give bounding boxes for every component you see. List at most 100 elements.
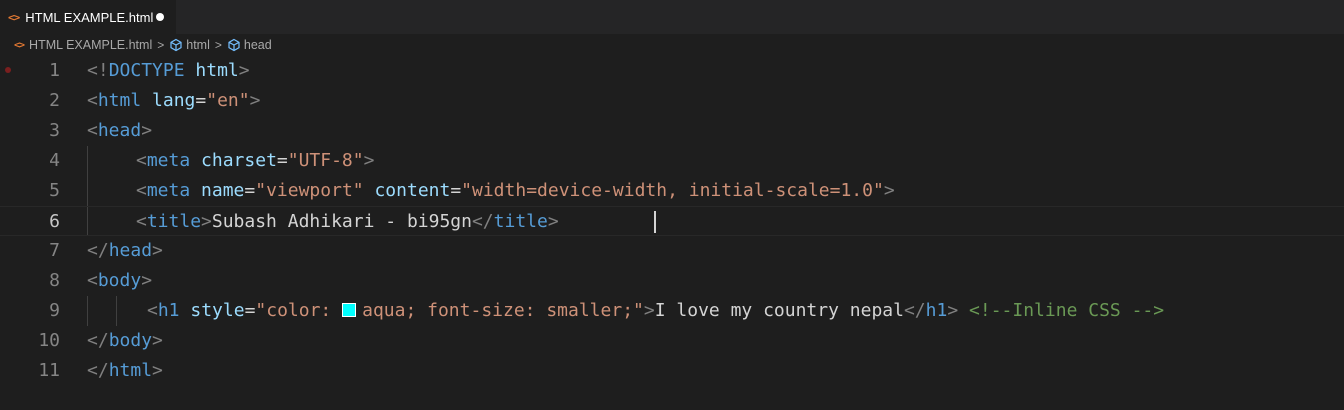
token-bracket: </ xyxy=(87,360,109,381)
breadcrumb-html-label: html xyxy=(186,38,210,52)
token-bracket: < xyxy=(147,300,158,321)
code-line[interactable]: 7 </head> xyxy=(0,236,1344,266)
color-swatch-icon[interactable] xyxy=(342,303,357,317)
code-text[interactable]: </head> xyxy=(87,236,163,266)
token-bracket: < xyxy=(87,270,98,291)
code-line[interactable]: 8 <body> xyxy=(0,266,1344,296)
breadcrumb-head[interactable]: head xyxy=(227,38,272,52)
token-equals: = xyxy=(450,180,462,201)
code-text[interactable]: <!DOCTYPE html> xyxy=(87,56,250,86)
token-tag: html xyxy=(97,90,142,111)
code-line[interactable]: 3 <head> xyxy=(0,116,1344,146)
code-line[interactable]: 2 <html lang="en"> xyxy=(0,86,1344,116)
token-tag: html xyxy=(108,360,153,381)
code-text[interactable]: <meta name="viewport" content="width=dev… xyxy=(136,176,895,206)
token-tag: title xyxy=(493,211,548,232)
line-number: 1 xyxy=(49,60,60,81)
token-attribute: style xyxy=(190,300,245,321)
tab-label: HTML EXAMPLE.html xyxy=(25,9,154,25)
code-line[interactable]: 1 <!DOCTYPE html> xyxy=(0,56,1344,86)
code-line[interactable]: 10 </body> xyxy=(0,326,1344,356)
token-string: "en" xyxy=(206,90,250,111)
code-line[interactable]: 9 <h1 style="color: aqua; font-size: sma… xyxy=(0,296,1344,326)
line-number: 7 xyxy=(49,240,60,261)
code-text[interactable]: <body> xyxy=(87,266,152,296)
code-text[interactable]: <html lang="en"> xyxy=(87,86,260,116)
breadcrumb: <> HTML EXAMPLE.html > html > head xyxy=(0,34,1344,56)
breadcrumb-file-label: HTML EXAMPLE.html xyxy=(29,38,153,52)
token-attribute: html xyxy=(195,60,239,81)
token-bracket: </ xyxy=(471,211,494,232)
token-string: "viewport" xyxy=(255,180,364,201)
token-bracket: > xyxy=(947,300,959,321)
token-bracket: > xyxy=(249,90,261,111)
token-equals: = xyxy=(195,90,207,111)
code-text[interactable]: <head> xyxy=(87,116,152,146)
token-string: "color: xyxy=(255,300,343,321)
token-tag: h1 xyxy=(157,300,180,321)
code-text[interactable]: </html> xyxy=(87,356,163,386)
token-equals: = xyxy=(276,150,288,171)
token-attribute: content xyxy=(374,180,451,201)
token-bracket: < xyxy=(87,90,98,111)
token-string: "width=device-width, initial-scale=1.0" xyxy=(461,180,884,201)
text-cursor xyxy=(654,211,656,233)
tab-html-example[interactable]: <> HTML EXAMPLE.html xyxy=(0,0,176,34)
code-editor[interactable]: 1 <!DOCTYPE html> 2 <html lang="en"> 3 <… xyxy=(0,56,1344,410)
token-bracket: > xyxy=(883,180,895,201)
token-bracket: < xyxy=(136,150,147,171)
token-string: aqua; font-size: smaller;" xyxy=(362,300,644,321)
code-line[interactable]: 11 </html> xyxy=(0,356,1344,386)
line-number: 10 xyxy=(38,330,60,351)
code-text[interactable]: <h1 style="color: aqua; font-size: small… xyxy=(147,296,1164,326)
token-tag: body xyxy=(97,270,142,291)
html-file-icon: <> xyxy=(8,10,20,24)
breadcrumb-file[interactable]: <> HTML EXAMPLE.html xyxy=(14,38,152,52)
token-keyword: DOCTYPE xyxy=(108,60,185,81)
token-bracket: </ xyxy=(87,240,109,261)
code-line-current[interactable]: 6 <title>Subash Adhikari - bi95gn</title… xyxy=(0,206,1344,236)
code-text[interactable]: </body> xyxy=(87,326,163,356)
token-bracket: > xyxy=(363,150,375,171)
token-comment: <!--Inline CSS --> xyxy=(969,300,1165,321)
breadcrumb-head-label: head xyxy=(243,38,272,52)
breadcrumb-html[interactable]: html xyxy=(169,38,210,52)
token-tag: body xyxy=(108,330,153,351)
token-bracket: > xyxy=(643,300,655,321)
line-number: 9 xyxy=(49,300,60,321)
code-text[interactable]: <title>Subash Adhikari - bi95gn</title> xyxy=(136,207,559,237)
token-text: I love my country nepal xyxy=(654,300,904,321)
token-text: Subash Adhikari - bi95gn xyxy=(211,211,472,232)
line-number: 5 xyxy=(49,180,60,201)
token-equals: = xyxy=(244,300,256,321)
token-bracket: > xyxy=(152,330,163,351)
token-bracket: > xyxy=(152,360,163,381)
token-attribute: lang xyxy=(152,90,196,111)
chevron-right-icon: > xyxy=(214,38,222,52)
token-attribute: charset xyxy=(201,150,277,171)
token-bracket: > xyxy=(238,60,250,81)
token-tag: h1 xyxy=(925,300,948,321)
token-tag: meta xyxy=(146,180,191,201)
code-line[interactable]: 4 <meta charset="UTF-8"> xyxy=(0,146,1344,176)
token-bracket: </ xyxy=(87,330,109,351)
token-bracket: > xyxy=(141,120,153,141)
token-bracket: > xyxy=(141,270,153,291)
unsaved-dot-icon[interactable] xyxy=(156,13,164,21)
token-bracket: < xyxy=(87,120,98,141)
code-text[interactable]: <meta charset="UTF-8"> xyxy=(136,146,374,176)
token-bracket: <! xyxy=(87,60,109,81)
line-number: 2 xyxy=(49,90,60,111)
code-line[interactable]: 5 <meta name="viewport" content="width=d… xyxy=(0,176,1344,206)
tab-bar: <> HTML EXAMPLE.html xyxy=(0,0,1344,34)
line-number: 8 xyxy=(49,270,60,291)
token-bracket: > xyxy=(152,240,163,261)
html-file-icon: <> xyxy=(14,39,25,51)
token-equals: = xyxy=(244,180,256,201)
line-number: 4 xyxy=(49,150,60,171)
